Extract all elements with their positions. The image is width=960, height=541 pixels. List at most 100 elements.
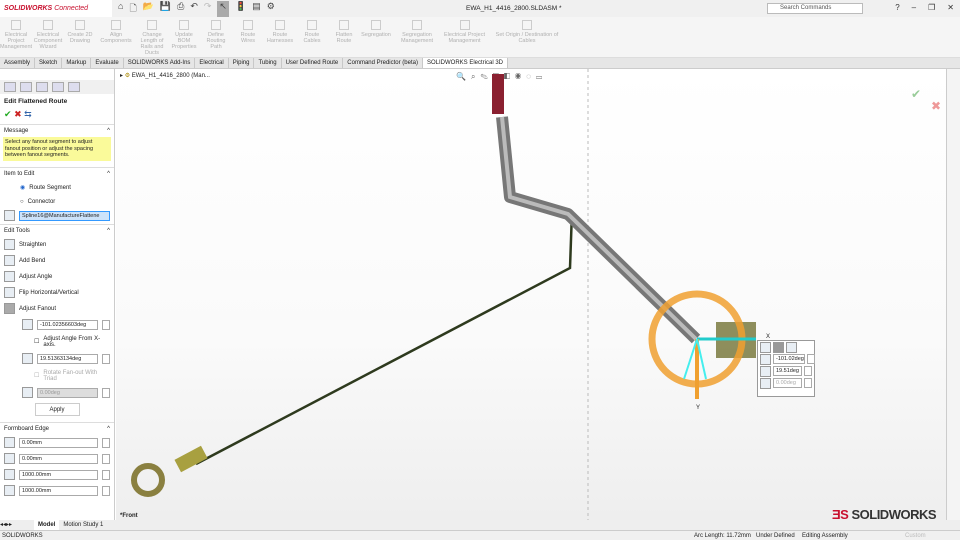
tab-user-defined-route[interactable]: User Defined Route	[282, 58, 344, 68]
ribbon-button[interactable]: Route Harnesses	[264, 17, 296, 57]
collapse-icon[interactable]: ^	[107, 171, 110, 177]
ribbon-button[interactable]: Flatten Route	[328, 17, 360, 57]
adjust-from-x-checkbox[interactable]: ☐ Adjust Angle From X-axis.	[0, 333, 114, 351]
help-icon[interactable]: ?	[895, 3, 899, 12]
ribbon-icon	[11, 20, 21, 30]
search-commands-input[interactable]: Search Commands	[767, 3, 863, 14]
ribbon-button[interactable]: Set Origin / Destination of Cables	[487, 17, 567, 57]
rotate-field[interactable]: 0.00deg	[37, 387, 98, 398]
tab-solidworks-electrical-3d[interactable]: SOLIDWORKS Electrical 3D	[422, 58, 509, 68]
tool-flip-horizontal-vertical[interactable]: Flip Horizontal/Vertical	[0, 285, 114, 301]
redo-icon[interactable]: ↷	[204, 1, 212, 17]
ok-icon[interactable]: ✔	[4, 109, 12, 119]
tab-tubing[interactable]: Tubing	[254, 58, 282, 68]
spacing-spinner[interactable]	[102, 353, 110, 364]
config-tab[interactable]	[36, 82, 48, 92]
angle-spinner[interactable]	[102, 319, 110, 330]
rebuild-icon[interactable]: 🚦	[235, 1, 246, 17]
ribbon-button[interactable]: Route Wires	[232, 17, 264, 57]
spacing-field[interactable]: 19.51363134deg	[37, 353, 98, 364]
property-manager-tab[interactable]	[20, 82, 32, 92]
formboard-field[interactable]: 1000.00mm	[19, 469, 98, 480]
tab-electrical[interactable]: Electrical	[195, 58, 229, 68]
popup-rotate-field[interactable]: 0.00deg	[773, 378, 802, 388]
tool-adjust-angle[interactable]: Adjust Angle	[0, 269, 114, 285]
file-properties-icon[interactable]: ▤	[252, 1, 261, 17]
adjust-fanout-icon[interactable]	[773, 341, 784, 353]
dimxpert-tab[interactable]	[52, 82, 64, 92]
display-tab[interactable]	[68, 82, 80, 92]
tab-piping[interactable]: Piping	[229, 58, 255, 68]
adjust-angle-icon[interactable]	[760, 341, 771, 353]
collapse-icon[interactable]: ^	[107, 426, 110, 432]
options-icon[interactable]: ⚙	[267, 1, 275, 17]
ribbon-icon	[75, 20, 85, 30]
angle-field[interactable]: -101.02356603deg	[37, 319, 98, 330]
formboard-spinner[interactable]	[102, 453, 110, 464]
cancel-icon[interactable]: ✖	[14, 109, 22, 119]
pushpin-icon[interactable]: ⇆	[24, 109, 32, 119]
tab-motion-study[interactable]: Motion Study 1	[59, 520, 107, 530]
tab-model[interactable]: Model	[34, 520, 60, 530]
ribbon-button[interactable]: Define Routing Path	[200, 17, 232, 57]
apply-button[interactable]: Apply	[34, 402, 80, 416]
popup-spinner[interactable]	[806, 354, 815, 364]
popup-spinner[interactable]	[804, 378, 812, 388]
ribbon-button[interactable]: Segregation Management	[392, 17, 442, 57]
formboard-spinner[interactable]	[102, 469, 110, 480]
tab-evaluate[interactable]: Evaluate	[91, 58, 124, 68]
ribbon-button[interactable]: Electrical Project Management	[442, 17, 487, 57]
minimize-icon[interactable]: –	[912, 3, 916, 12]
radio-connector[interactable]: ○ Connector	[0, 196, 114, 208]
new-icon[interactable]: 🗋	[129, 1, 136, 17]
rotate-spinner[interactable]	[102, 387, 110, 398]
selection-field[interactable]: Spline16@ManufactureFlattene	[19, 210, 110, 221]
collapse-icon[interactable]: ^	[107, 228, 110, 234]
tab-command-predictor-beta-[interactable]: Command Predictor (beta)	[343, 58, 423, 68]
feature-tree-tab[interactable]	[4, 82, 16, 92]
ribbon-label: Route Wires	[240, 32, 256, 44]
print-icon[interactable]: ⎙	[177, 1, 184, 17]
rotate-fanout-checkbox[interactable]: ☐ Rotate Fan-out With Triad	[0, 367, 114, 385]
restore-icon[interactable]: ❐	[928, 3, 935, 12]
open-icon[interactable]: 📂	[143, 1, 154, 17]
home-icon[interactable]: ⌂	[118, 1, 123, 17]
tab-assembly[interactable]: Assembly	[0, 58, 36, 68]
radio-label: Route Segment	[29, 184, 71, 191]
tab-sketch[interactable]: Sketch	[35, 58, 63, 68]
ribbon-button[interactable]: Segregation	[360, 17, 392, 57]
formboard-spinner[interactable]	[102, 485, 110, 496]
select-icon[interactable]: ↖	[217, 0, 229, 17]
tab-scroll[interactable]: ◂◂▸▸	[0, 520, 34, 530]
formboard-field[interactable]: 1000.00mm	[19, 485, 98, 496]
ribbon-button[interactable]: Create 2D Drawing	[64, 17, 96, 57]
ring-terminal	[131, 463, 165, 497]
ribbon-label: Define Routing Path	[206, 32, 226, 50]
enter-icon[interactable]	[786, 341, 797, 353]
close-icon[interactable]: ✕	[947, 3, 954, 12]
ribbon-button[interactable]: Update BOM Properties	[168, 17, 200, 57]
popup-angle-field[interactable]: -101.02deg	[773, 354, 805, 364]
tool-straighten[interactable]: Straighten	[0, 237, 114, 253]
popup-spinner[interactable]	[804, 366, 812, 376]
formboard-spinner[interactable]	[102, 437, 110, 448]
ribbon-button[interactable]: Route Cables	[296, 17, 328, 57]
formboard-icon	[4, 437, 15, 448]
collapse-icon[interactable]: ^	[107, 128, 110, 134]
graphics-area[interactable]: ▸ ⚙ EWA_H1_4416_2800 (Man... 🔍⌕✎▣◧◉◌▭ ✔ …	[116, 69, 946, 522]
formboard-field[interactable]: 0.00mm	[19, 437, 98, 448]
ribbon-button[interactable]: Change Length of Rails and Ducts	[136, 17, 168, 57]
radio-route-segment[interactable]: ◉ Route Segment	[0, 180, 114, 196]
popup-spacing-field[interactable]: 19.51deg	[773, 366, 802, 376]
ribbon-button[interactable]: Electrical Component Wizard	[32, 17, 64, 57]
ribbon-button[interactable]: Align Components	[96, 17, 136, 57]
tab-markup[interactable]: Markup	[62, 58, 92, 68]
tool-add-bend[interactable]: Add Bend	[0, 253, 114, 269]
tab-solidworks-add-ins[interactable]: SOLIDWORKS Add-Ins	[124, 58, 196, 68]
tool-adjust-fanout[interactable]: Adjust Fanout	[0, 301, 114, 317]
ribbon-button[interactable]: Electrical Project Management	[0, 17, 32, 57]
formboard-field[interactable]: 0.00mm	[19, 453, 98, 464]
task-pane[interactable]	[946, 69, 960, 520]
save-icon[interactable]: 💾	[160, 1, 171, 17]
undo-icon[interactable]: ↶	[190, 1, 198, 17]
